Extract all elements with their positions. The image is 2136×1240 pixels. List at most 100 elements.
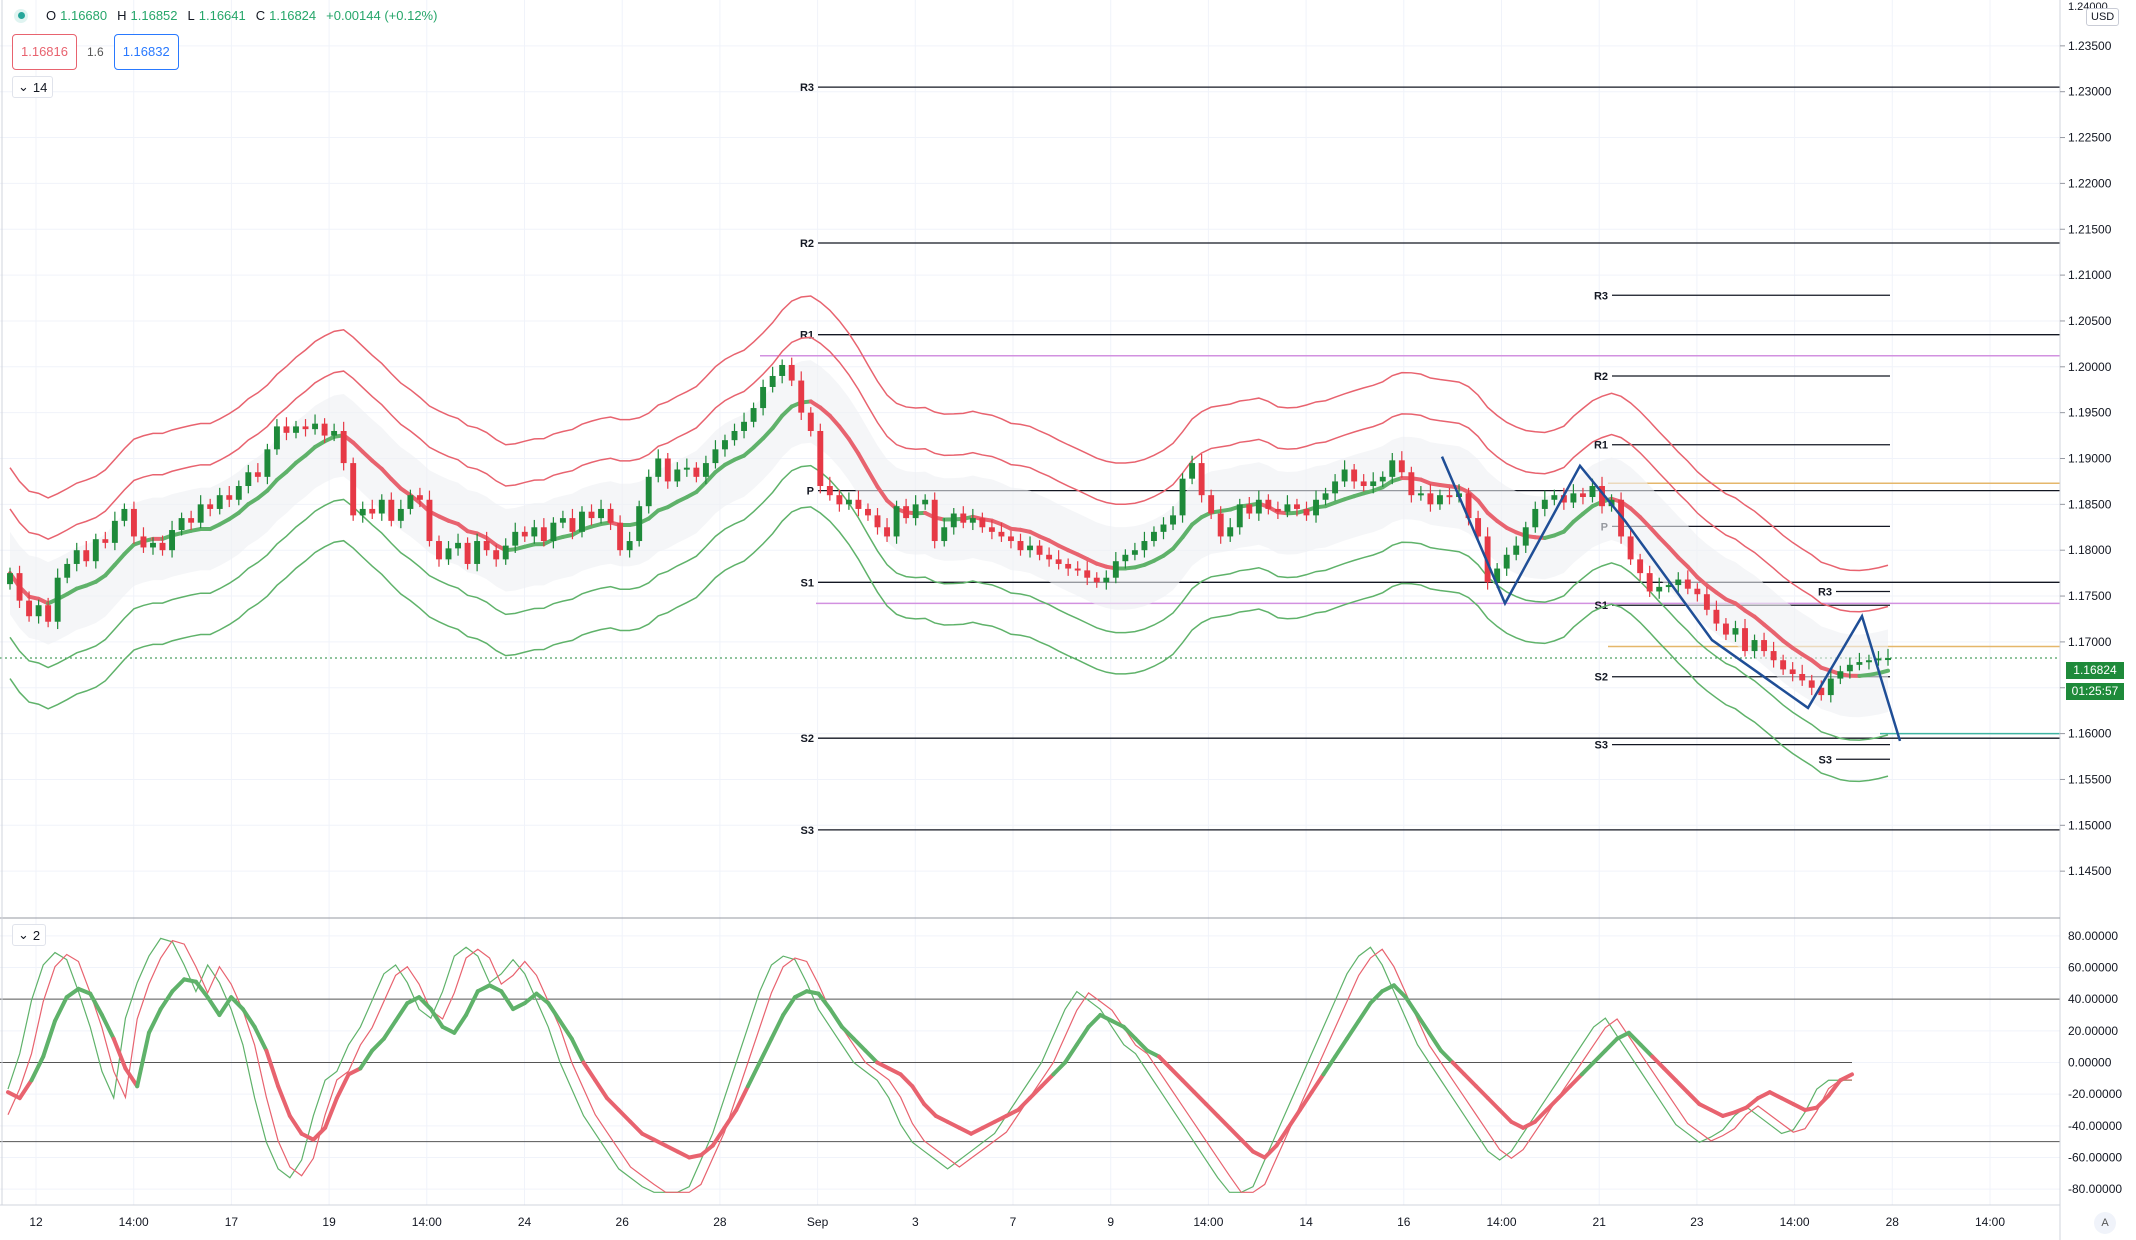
osc-main-segment	[558, 1018, 574, 1041]
osc-main-segment	[1286, 1108, 1302, 1130]
osc-main-segment	[1333, 1036, 1349, 1059]
candle-body	[1341, 469, 1348, 482]
time-tick-label: 14:00	[1193, 1215, 1223, 1229]
candle-body	[340, 430, 347, 464]
time-tick-label: 9	[1107, 1215, 1114, 1229]
osc-main-segment	[64, 986, 81, 1000]
candle-body	[1446, 495, 1453, 498]
osc-main-segment	[240, 1007, 257, 1029]
candle-body	[788, 364, 795, 381]
candle-body	[1170, 515, 1176, 525]
osc-tick-label: -80.00000	[2068, 1182, 2122, 1196]
osc-main-segment	[1016, 1096, 1032, 1112]
osc-main-segment	[287, 1113, 304, 1136]
osc-main-segment	[111, 1036, 128, 1071]
candle-body	[1332, 481, 1339, 494]
pivot-wide-label: P	[807, 486, 814, 498]
osc-main-segment	[769, 1013, 786, 1041]
candle-body	[1417, 493, 1424, 496]
candle-body	[521, 531, 528, 537]
osc-main-segment	[522, 991, 539, 1006]
currency-badge[interactable]: USD	[2086, 8, 2120, 26]
pivot-wide-label: S1	[801, 577, 814, 589]
osc-main-segment	[370, 1036, 386, 1053]
pivot-narrow2-label: R3	[1818, 586, 1832, 598]
osc-main-segment	[734, 1084, 750, 1112]
price-tick-label: 1.14500	[2068, 864, 2112, 878]
candle-body	[1675, 579, 1682, 586]
candle-body	[1751, 640, 1758, 652]
candle-body	[1684, 579, 1691, 589]
candle-body	[1694, 588, 1701, 595]
candle-body	[769, 375, 776, 387]
candle-body	[569, 518, 576, 532]
candle-body	[1103, 577, 1110, 583]
candle-body	[1189, 463, 1196, 479]
price-tick-label: 1.17000	[2068, 635, 2112, 649]
candle-body	[855, 499, 862, 509]
osc-main-segment	[593, 1078, 610, 1101]
candle-body	[1579, 493, 1586, 498]
osc-main-segment	[605, 1096, 621, 1112]
price-tick-label: 1.18500	[2068, 497, 2112, 511]
osc-main-segment	[1204, 1102, 1220, 1118]
ohlc-legend: O 1.16680 H 1.16852 L 1.16641 C 1.16824 +0.0…	[14, 8, 443, 23]
candle-body	[1112, 561, 1119, 578]
low-label: L	[187, 8, 195, 23]
high-label: H	[117, 8, 127, 23]
candle-body	[893, 506, 900, 537]
candle-body	[731, 430, 738, 441]
candle-body	[1313, 499, 1319, 516]
osc-main-segment	[323, 1096, 339, 1130]
oscillator-pane-collapse-button[interactable]: ⌄ 2	[12, 924, 47, 946]
chart-canvas[interactable]: R3R2R1PS1S2S3R3R2R1PS1S2S3R3S3 1.235001.…	[0, 0, 2136, 1240]
osc-main-segment	[1638, 1042, 1655, 1059]
osc-tick-label: 0.00000	[2068, 1056, 2112, 1070]
candle-body	[1827, 678, 1834, 696]
time-tick-label: 14:00	[1780, 1215, 1810, 1229]
time-tick-label: Sep	[807, 1215, 829, 1229]
time-tick-label: 17	[225, 1215, 239, 1229]
candle-body	[54, 577, 61, 622]
candle-body	[1713, 609, 1720, 624]
candle-body	[1742, 628, 1748, 652]
candle-body	[302, 426, 309, 430]
candle-body	[140, 536, 147, 548]
osc-main-segment	[393, 1001, 410, 1023]
candle-body	[1151, 531, 1157, 542]
osc-main-segment	[581, 1060, 598, 1083]
time-tick-label: 28	[713, 1215, 727, 1229]
osc-main-segment	[1485, 1096, 1502, 1112]
sell-button[interactable]: 1.16816	[12, 34, 77, 70]
price-tick-label: 1.18000	[2068, 543, 2112, 557]
pivot-wide-label: R2	[800, 238, 814, 250]
main-pane-indicator-count: 14	[32, 79, 48, 95]
candle-body	[1179, 478, 1186, 516]
candle-body	[950, 513, 957, 528]
candle-body	[7, 573, 13, 585]
candle-body	[102, 539, 109, 543]
candle-body	[92, 539, 99, 562]
bands-layer	[8, 295, 1890, 783]
candle-body	[1208, 495, 1215, 514]
open-value: 1.16680	[60, 8, 108, 23]
osc-main-segment	[1544, 1096, 1561, 1112]
candle-body	[579, 511, 585, 532]
candle-body	[1027, 545, 1033, 551]
osc-main-segment	[1579, 1060, 1596, 1077]
candle-body	[664, 458, 671, 482]
candle-body	[207, 504, 214, 509]
osc-main-segment	[1321, 1054, 1338, 1077]
main-pane-collapse-button[interactable]: ⌄ 14	[12, 76, 54, 98]
live-status-icon	[14, 8, 28, 23]
pivot-wide-label: S3	[801, 825, 814, 837]
candle-body	[35, 605, 42, 617]
time-tick-label: 21	[1593, 1215, 1607, 1229]
auto-scale-button[interactable]: A	[2094, 1212, 2116, 1234]
buy-button[interactable]: 1.16832	[113, 34, 179, 70]
candle-body	[416, 495, 423, 500]
osc-main-segment	[135, 1030, 151, 1089]
time-tick-label: 3	[912, 1215, 919, 1229]
osc-tick-label: 80.00000	[2068, 929, 2118, 943]
candle-body	[1627, 536, 1634, 560]
